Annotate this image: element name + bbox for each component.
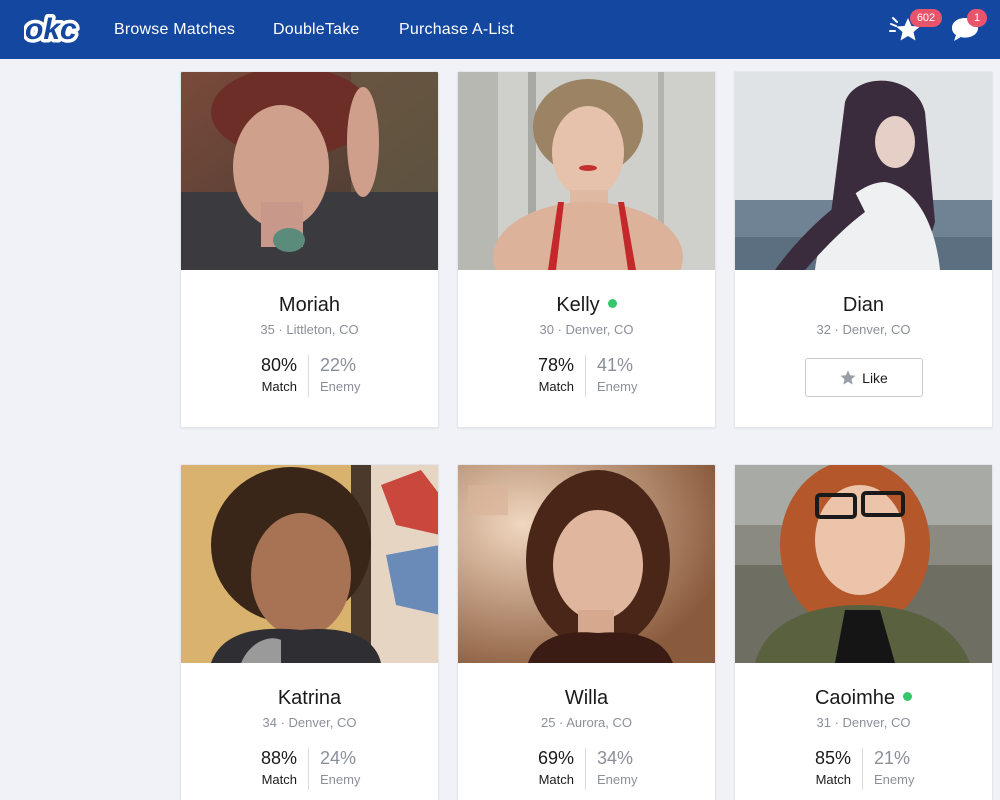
enemy-percent: 34%	[597, 748, 634, 768]
match-stat: 69% Match	[495, 746, 585, 790]
match-percent: 78%	[537, 355, 574, 375]
match-stat: 88% Match	[218, 746, 308, 790]
enemy-stat: 41% Enemy	[585, 353, 675, 397]
match-label: Match	[538, 379, 574, 394]
profile-name[interactable]: Caoimhe	[815, 687, 895, 709]
profile-photo[interactable]	[735, 465, 993, 663]
nav-doubletake[interactable]: DoubleTake	[273, 21, 360, 39]
profile-photo[interactable]	[181, 72, 439, 270]
match-stats: 78% Match 41% Enemy	[458, 353, 715, 399]
profile-meta: 31 · Denver, CO	[816, 715, 911, 730]
profile-meta: 34 · Denver, CO	[262, 715, 357, 730]
profile-meta: 32 · Denver, CO	[816, 322, 911, 337]
okc-logo[interactable]: okc okc	[24, 11, 84, 47]
profile-name-row: Caoimhe	[735, 687, 992, 710]
nav-purchase-a-list[interactable]: Purchase A-List	[399, 21, 514, 39]
match-stat: 78% Match	[495, 353, 585, 397]
profile-photo[interactable]	[458, 465, 716, 663]
match-label: Match	[815, 772, 851, 787]
profile-card[interactable]: Dian 32 · Denver, CO Like	[734, 71, 993, 428]
enemy-stat: 21% Enemy	[862, 746, 952, 790]
enemy-stat: 22% Enemy	[308, 353, 398, 397]
match-label: Match	[261, 379, 297, 394]
enemy-percent: 41%	[597, 355, 634, 375]
enemy-percent: 21%	[874, 748, 911, 768]
profile-name-row: Katrina	[181, 687, 438, 710]
top-nav-bar: okc okc Browse Matches DoubleTake Purcha…	[0, 0, 1000, 59]
enemy-label: Enemy	[597, 772, 638, 787]
profile-card[interactable]: Moriah 35 · Littleton, CO 80% Match 22% …	[180, 71, 439, 428]
nav-browse-matches[interactable]: Browse Matches	[114, 21, 235, 39]
profile-name[interactable]: Kelly	[556, 294, 599, 316]
match-label: Match	[261, 772, 297, 787]
match-stat: 85% Match	[772, 746, 862, 790]
profile-name-row: Moriah	[181, 294, 438, 317]
profile-name[interactable]: Katrina	[278, 687, 341, 709]
match-percent: 88%	[260, 748, 297, 768]
enemy-percent: 24%	[320, 748, 357, 768]
svg-text:okc: okc	[25, 13, 77, 46]
profile-meta: 30 · Denver, CO	[539, 322, 634, 337]
match-percent: 80%	[260, 355, 297, 375]
profile-meta: 35 · Littleton, CO	[260, 322, 359, 337]
match-percent: 85%	[814, 748, 851, 768]
profile-name-row: Kelly	[458, 294, 715, 317]
profile-card[interactable]: Kelly 30 · Denver, CO 78% Match 41% Enem…	[457, 71, 716, 428]
profile-card[interactable]: Katrina 34 · Denver, CO 88% Match 24% En…	[180, 464, 439, 800]
match-stats: 69% Match 34% Enemy	[458, 746, 715, 792]
enemy-label: Enemy	[320, 379, 361, 394]
profile-name-row: Dian	[735, 294, 992, 317]
profile-meta: 25 · Aurora, CO	[540, 715, 633, 730]
profile-name-row: Willa	[458, 687, 715, 710]
enemy-label: Enemy	[320, 772, 361, 787]
match-stat: 80% Match	[218, 353, 308, 397]
like-button[interactable]: Like	[805, 358, 923, 397]
online-status-dot	[903, 692, 913, 701]
match-percent: 69%	[537, 748, 574, 768]
profile-photo[interactable]	[458, 72, 716, 270]
like-label: Like	[862, 369, 888, 386]
profile-photo[interactable]	[735, 72, 993, 270]
match-label: Match	[538, 772, 574, 787]
profile-name[interactable]: Willa	[565, 687, 608, 709]
profile-name[interactable]: Dian	[843, 294, 884, 316]
enemy-stat: 24% Enemy	[308, 746, 398, 790]
profile-name[interactable]: Moriah	[279, 294, 340, 316]
messages-count-badge: 1	[967, 9, 987, 27]
online-status-dot	[607, 299, 617, 308]
enemy-stat: 34% Enemy	[585, 746, 675, 790]
match-stats: 88% Match 24% Enemy	[181, 746, 438, 792]
profile-photo[interactable]	[181, 465, 439, 663]
enemy-label: Enemy	[597, 379, 638, 394]
match-stats: 80% Match 22% Enemy	[181, 353, 438, 399]
profile-card[interactable]: Caoimhe 31 · Denver, CO 85% Match 21% En…	[734, 464, 993, 800]
match-stats: 85% Match 21% Enemy	[735, 746, 992, 792]
stars-count-badge: 602	[910, 9, 942, 27]
enemy-label: Enemy	[874, 772, 915, 787]
enemy-percent: 22%	[320, 355, 357, 375]
profile-card[interactable]: Willa 25 · Aurora, CO 69% Match 34% Enem…	[457, 464, 716, 800]
star-icon	[840, 370, 856, 385]
